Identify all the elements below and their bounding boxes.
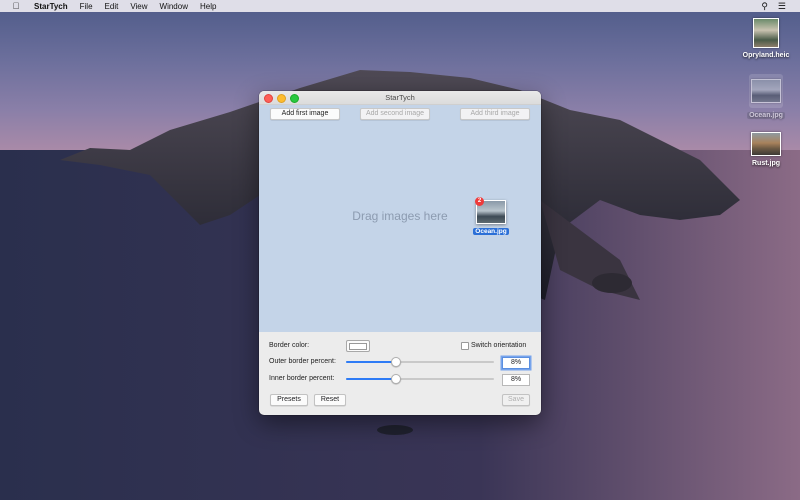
- startych-window: StarTych Add first image Add second imag…: [259, 91, 541, 415]
- desktop-file-opryland[interactable]: Opryland.heic: [736, 18, 796, 60]
- slider-knob[interactable]: [390, 374, 401, 384]
- color-swatch: [349, 342, 367, 350]
- desktop-file-label: Ocean.jpg: [747, 112, 785, 119]
- desktop-file-ocean[interactable]: Ocean.jpg: [736, 74, 796, 120]
- add-first-image-button[interactable]: Add first image: [270, 108, 340, 120]
- switch-orientation-checkbox[interactable]: [461, 342, 469, 350]
- menubar:  StarTych File Edit View Window Help ⚲ …: [0, 0, 800, 12]
- presets-button[interactable]: Presets: [270, 394, 308, 406]
- add-third-image-button[interactable]: Add third image: [460, 108, 530, 120]
- close-window-button[interactable]: [264, 94, 273, 103]
- menu-help[interactable]: Help: [194, 2, 222, 11]
- add-second-image-button[interactable]: Add second image: [360, 108, 430, 120]
- inner-border-slider[interactable]: [346, 374, 494, 384]
- settings-panel: Border color: Switch orientation Outer b…: [259, 332, 541, 415]
- image-thumbnail-icon: [753, 18, 779, 48]
- desktop-file-label: Rust.jpg: [752, 160, 780, 167]
- drag-count-badge: 2: [475, 197, 484, 206]
- save-button[interactable]: Save: [502, 394, 530, 406]
- search-icon[interactable]: ⚲: [761, 1, 768, 12]
- outer-border-slider[interactable]: [346, 357, 494, 367]
- image-thumbnail-icon: [751, 79, 781, 103]
- dragged-file-label: Ocean.jpg: [473, 228, 509, 235]
- inner-border-field[interactable]: 8%: [502, 374, 530, 386]
- image-drop-area[interactable]: Add first image Add second image Add thi…: [259, 105, 541, 332]
- menu-app-name[interactable]: StarTych: [28, 2, 74, 11]
- menu-view[interactable]: View: [124, 2, 153, 11]
- window-title: StarTych: [385, 93, 415, 102]
- zoom-window-button[interactable]: [290, 94, 299, 103]
- list-icon[interactable]: ☰: [778, 1, 786, 12]
- slider-knob[interactable]: [390, 357, 401, 367]
- outer-border-label: Outer border percent:: [269, 358, 336, 365]
- menu-window[interactable]: Window: [154, 2, 194, 11]
- desktop-file-label: Opryland.heic: [742, 52, 790, 59]
- reset-button[interactable]: Reset: [314, 394, 346, 406]
- border-color-label: Border color:: [269, 342, 310, 349]
- minimize-window-button[interactable]: [277, 94, 286, 103]
- window-titlebar[interactable]: StarTych: [259, 91, 541, 105]
- apple-icon[interactable]: : [10, 1, 22, 11]
- menu-edit[interactable]: Edit: [99, 2, 125, 11]
- dragged-file[interactable]: 2 Ocean.jpg: [469, 197, 513, 236]
- border-color-well[interactable]: [346, 340, 370, 352]
- image-thumbnail-icon: [751, 132, 781, 156]
- outer-border-field[interactable]: 8%: [502, 357, 530, 369]
- switch-orientation-label: Switch orientation: [471, 342, 527, 349]
- menu-file[interactable]: File: [74, 2, 99, 11]
- inner-border-label: Inner border percent:: [269, 375, 335, 382]
- desktop-file-rust[interactable]: Rust.jpg: [736, 132, 796, 168]
